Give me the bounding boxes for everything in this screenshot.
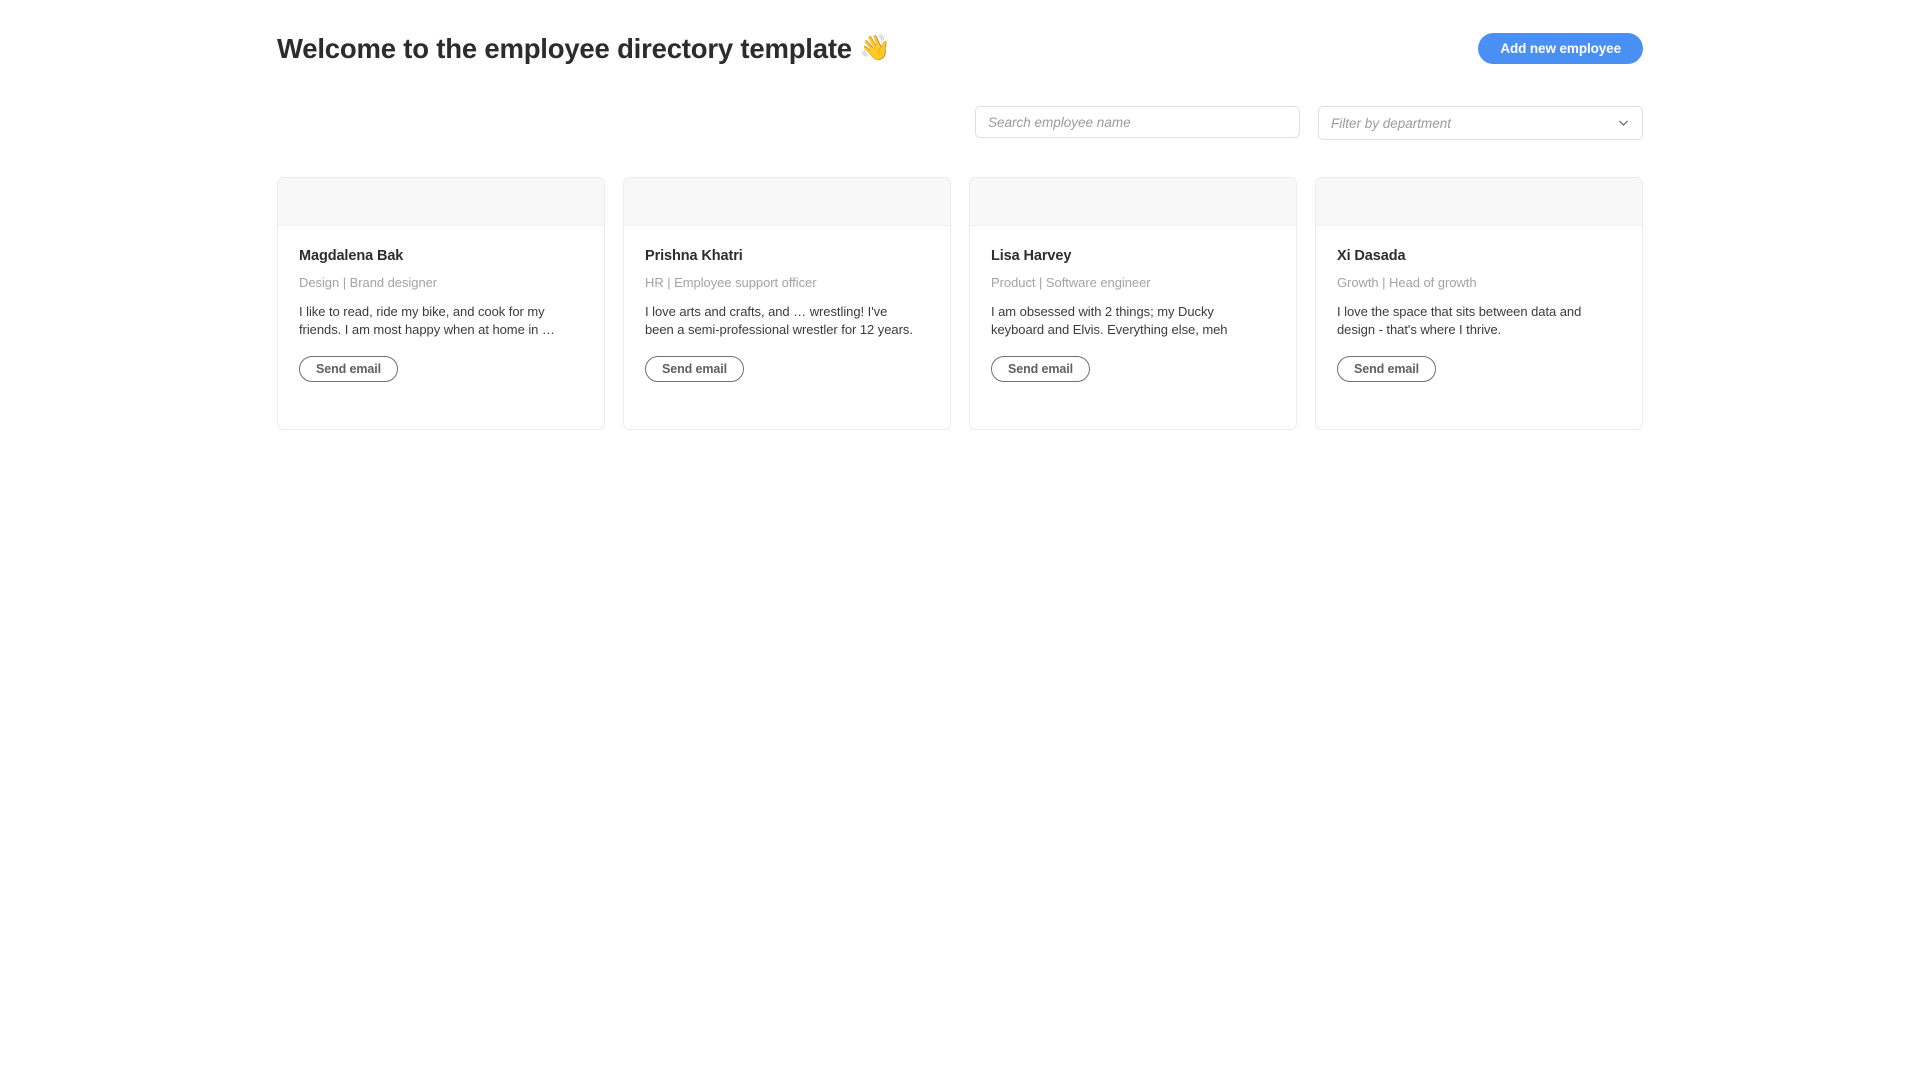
add-new-employee-button[interactable]: Add new employee xyxy=(1478,32,1643,64)
send-email-button[interactable]: Send email xyxy=(1337,356,1436,383)
employee-name: Lisa Harvey xyxy=(991,248,1072,264)
employee-card[interactable]: Lisa Harvey Product | Software engineer … xyxy=(969,177,1297,430)
employee-bio: I am obsessed with 2 things; my Ducky ke… xyxy=(991,303,1228,337)
department-filter-select[interactable]: Filter by department xyxy=(1318,106,1643,140)
employee-name: Prishna Khatri xyxy=(645,248,743,264)
page-title-text: Welcome to the employee directory templa… xyxy=(277,32,852,64)
card-banner xyxy=(1316,178,1642,226)
department-filter-wrapper: Filter by department xyxy=(1318,106,1643,140)
employee-bio: I like to read, ride my bike, and cook f… xyxy=(299,303,555,337)
employee-role: Product | Software engineer xyxy=(991,275,1151,291)
content-container: Welcome to the employee directory templa… xyxy=(277,0,1643,430)
card-body: Prishna Khatri HR | Employee support off… xyxy=(624,226,950,429)
employee-role: Design | Brand designer xyxy=(299,275,438,291)
send-email-button[interactable]: Send email xyxy=(299,356,398,383)
search-input[interactable] xyxy=(975,106,1300,138)
send-email-button[interactable]: Send email xyxy=(645,356,744,383)
page-header: Welcome to the employee directory templa… xyxy=(277,0,1643,96)
employee-bio: I love arts and crafts, and … wrestling!… xyxy=(645,303,913,337)
card-banner xyxy=(278,178,604,226)
card-banner xyxy=(970,178,1296,226)
card-body: Magdalena Bak Design | Brand designer I … xyxy=(278,226,604,429)
employee-name: Xi Dasada xyxy=(1337,248,1406,264)
employee-card[interactable]: Xi Dasada Growth | Head of growth I love… xyxy=(1315,177,1643,430)
card-body: Lisa Harvey Product | Software engineer … xyxy=(970,226,1296,429)
employee-bio: I love the space that sits between data … xyxy=(1337,303,1582,337)
card-body: Xi Dasada Growth | Head of growth I love… xyxy=(1316,226,1642,429)
employee-card[interactable]: Prishna Khatri HR | Employee support off… xyxy=(623,177,951,430)
employee-name: Magdalena Bak xyxy=(299,248,404,264)
waving-hand-icon: 👋 xyxy=(859,33,891,62)
employee-card[interactable]: Magdalena Bak Design | Brand designer I … xyxy=(277,177,605,430)
employee-cards-grid: Magdalena Bak Design | Brand designer I … xyxy=(277,177,1643,430)
search-field-wrapper xyxy=(975,106,1300,140)
send-email-button[interactable]: Send email xyxy=(991,356,1090,383)
employee-role: Growth | Head of growth xyxy=(1337,275,1477,291)
filter-toolbar: Filter by department xyxy=(277,106,1643,140)
page-title: Welcome to the employee directory templa… xyxy=(277,32,891,65)
card-banner xyxy=(624,178,950,226)
employee-role: HR | Employee support officer xyxy=(645,275,817,291)
employee-directory-page: Welcome to the employee directory templa… xyxy=(0,0,1920,1070)
